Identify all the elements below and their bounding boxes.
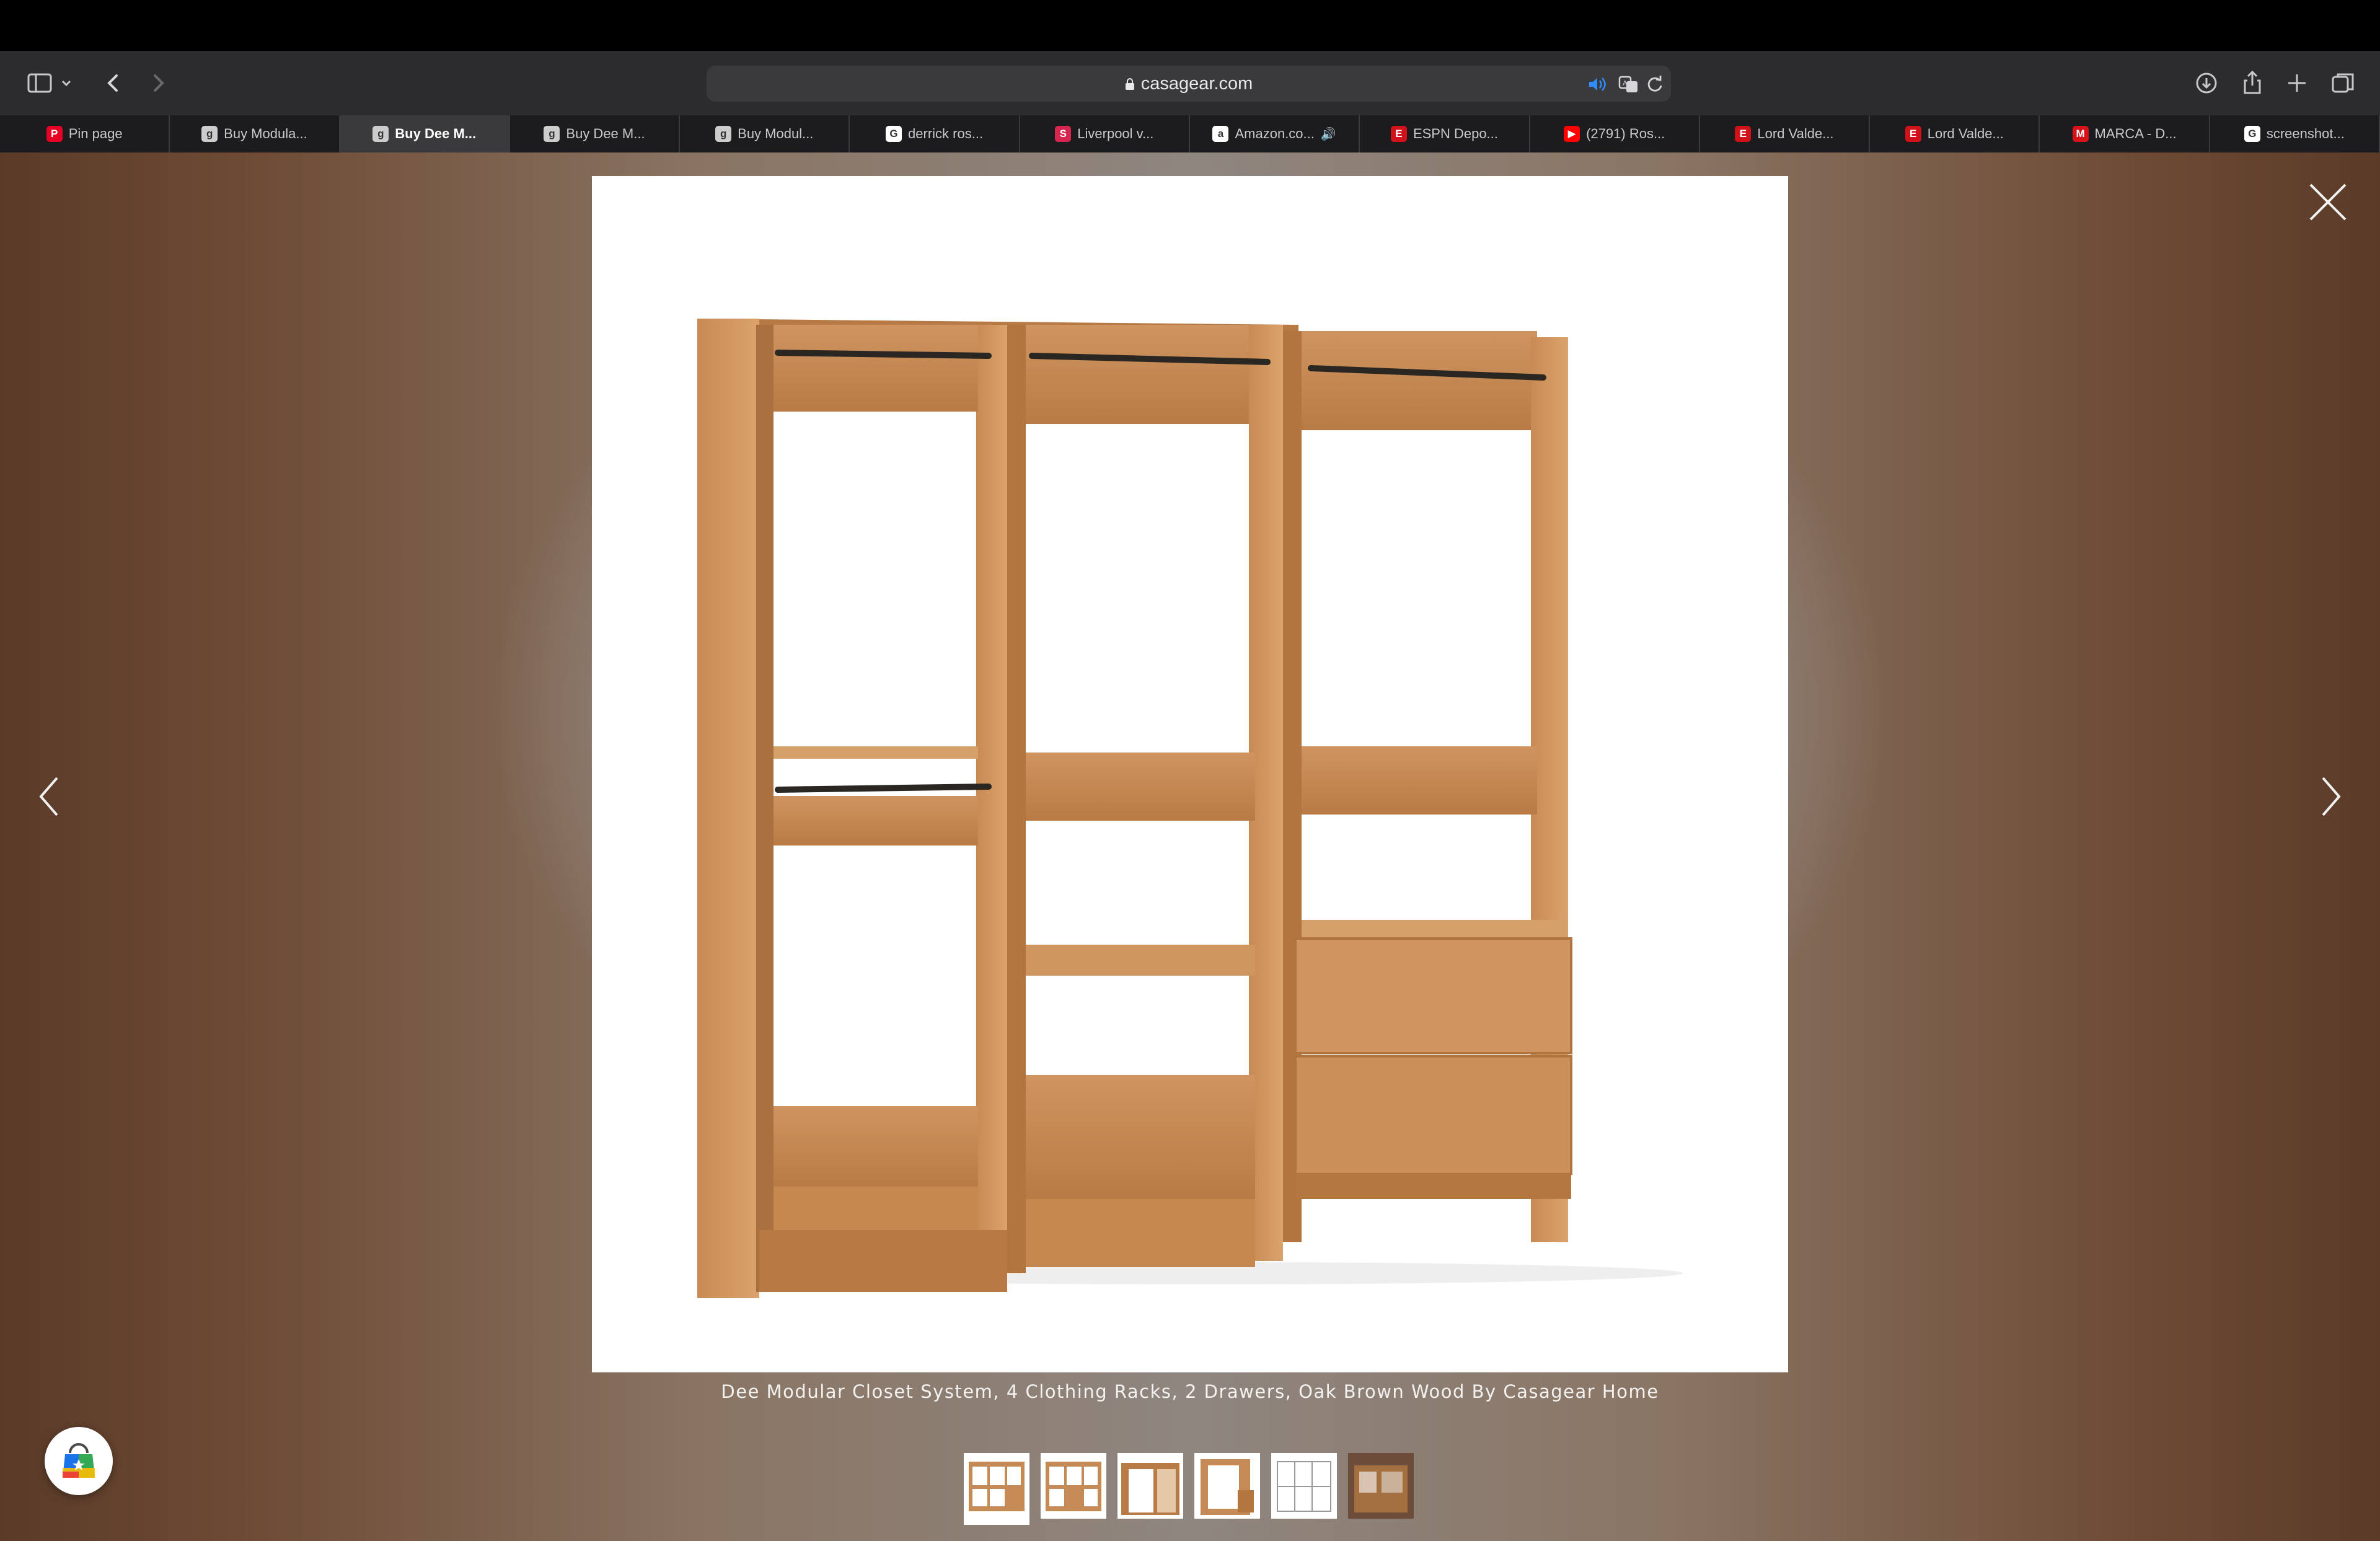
image-caption: Dee Modular Closet System, 4 Clothing Ra… (721, 1381, 1659, 1402)
browser-tab[interactable]: M MARCA - D... (2040, 115, 2210, 152)
browser-tab[interactable]: P Pin page (0, 115, 170, 152)
url-text: casagear.com (707, 66, 1671, 102)
tab-label: Lord Valde... (1927, 126, 2004, 141)
previous-image-icon[interactable] (32, 769, 69, 824)
thumbnail-3[interactable] (1117, 1453, 1183, 1519)
browser-tab[interactable]: E ESPN Depo... (1360, 115, 1530, 152)
google-icon: G (886, 126, 902, 142)
tab-label: Buy Dee M... (566, 126, 645, 141)
reload-icon[interactable] (1644, 73, 1666, 95)
amazon-icon: a (1212, 126, 1229, 142)
back-icon[interactable] (98, 67, 130, 99)
share-icon[interactable] (2236, 67, 2268, 99)
espn-icon: E (1390, 126, 1407, 142)
close-icon[interactable] (2306, 180, 2350, 224)
translate-icon[interactable]: A (1618, 73, 1640, 95)
casagear-icon: g (201, 126, 218, 142)
espn-icon: E (1735, 126, 1752, 142)
browser-tab[interactable]: g Buy Modul... (680, 115, 850, 152)
browser-tab[interactable]: Gscreenshot... (2210, 115, 2380, 152)
thumbnail-2[interactable] (1041, 1453, 1106, 1519)
tab-label: Pin page (68, 126, 123, 141)
marca-icon: M (2072, 126, 2089, 142)
browser-tab[interactable]: a Amazon.co... 🔊 (1190, 115, 1360, 152)
tab-label: Amazon.co... (1235, 126, 1315, 141)
browser-tab[interactable]: g Buy Dee M... (340, 115, 510, 152)
product-image (592, 176, 1788, 1372)
espn-icon: E (1905, 126, 1921, 142)
tab-label: Lord Valde... (1757, 126, 1834, 141)
tab-audio-icon[interactable]: 🔊 (1321, 126, 1336, 142)
tab-label: Buy Dee M... (395, 126, 477, 141)
browser-toolbar: casagear.com A (0, 51, 2380, 117)
svg-text:A: A (1623, 79, 1628, 87)
thumbnail-6[interactable] (1348, 1453, 1414, 1519)
tab-label: screenshot... (2266, 126, 2345, 141)
casagear-icon: g (372, 126, 389, 142)
casagear-icon: g (544, 126, 560, 142)
casagear-icon: g (715, 126, 732, 142)
tab-bar: P Pin page g Buy Modula... g Buy Dee M... g Buy… (0, 115, 2380, 152)
browser-tab[interactable]: E Lord Valde... (1870, 115, 2040, 152)
sofascore-icon: S (1055, 126, 1072, 142)
chevron-down-icon[interactable] (57, 67, 76, 99)
top-bezel (0, 0, 2380, 51)
url-label: casagear.com (1140, 74, 1253, 94)
thumbnail-1[interactable] (964, 1453, 1029, 1525)
downloads-icon[interactable] (2190, 67, 2223, 99)
tab-label: Buy Modul... (738, 126, 814, 141)
tab-label: MARCA - D... (2094, 126, 2177, 141)
thumbnail-4[interactable] (1194, 1453, 1260, 1519)
forward-icon[interactable] (141, 67, 174, 99)
google-icon: G (2244, 126, 2260, 142)
new-tab-icon[interactable] (2281, 67, 2313, 99)
closet-system-illustration (697, 319, 1683, 1298)
lock-icon (1125, 78, 1134, 90)
browser-tab[interactable]: g Buy Dee M... (510, 115, 681, 152)
browser-tab[interactable]: E Lord Valde... (1700, 115, 1871, 152)
audio-playing-icon[interactable] (1585, 73, 1608, 95)
sidebar-toggle-icon[interactable] (25, 67, 57, 99)
tab-label: Liverpool v... (1077, 126, 1154, 141)
browser-tab[interactable]: g Buy Modula... (170, 115, 340, 152)
address-bar[interactable]: casagear.com A (707, 66, 1671, 102)
browser-tab[interactable]: ▶ (2791) Ros... (1530, 115, 1700, 152)
next-image-icon[interactable] (2311, 769, 2348, 824)
tab-overview-icon[interactable] (2327, 67, 2359, 99)
pinterest-icon: P (46, 126, 63, 142)
tab-label: derrick ros... (908, 126, 984, 141)
shopping-bag-icon (63, 1443, 95, 1478)
thumbnail-5[interactable] (1271, 1453, 1337, 1519)
tab-label: Buy Modula... (224, 126, 307, 141)
youtube-icon: ▶ (1564, 126, 1580, 142)
tab-label: ESPN Depo... (1413, 126, 1498, 141)
browser-tab[interactable]: S Liverpool v... (1020, 115, 1190, 152)
tab-label: (2791) Ros... (1586, 126, 1665, 141)
shopping-extension-button[interactable] (45, 1427, 113, 1495)
browser-tab[interactable]: Gderrick ros... (850, 115, 1020, 152)
